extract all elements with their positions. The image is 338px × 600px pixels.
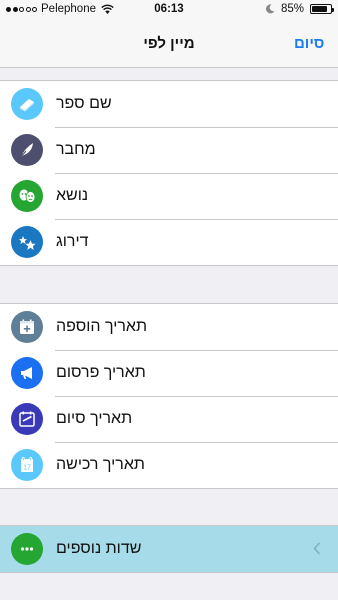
signal-dot: [25, 6, 31, 12]
stars-icon: [11, 226, 43, 258]
sort-option-rating[interactable]: דירוג: [0, 219, 338, 265]
row-label: תאריך סיום: [56, 410, 133, 427]
row-label: תאריך רכישה: [56, 456, 145, 473]
signal-dot: [32, 6, 37, 12]
status-left: Pelephone: [6, 3, 114, 15]
row-label: דירוג: [56, 233, 89, 250]
sort-option-title[interactable]: שם ספר: [0, 81, 338, 127]
feather-icon: [11, 134, 43, 166]
calendar-add-icon: [11, 311, 43, 343]
signal-dot: [12, 6, 18, 12]
signal-dot: [6, 6, 11, 12]
signal-strength-icon: [6, 6, 37, 12]
signal-dot: [19, 6, 24, 12]
calendar-17-icon: 17: [11, 449, 43, 481]
more-dots-icon: [11, 533, 43, 565]
sort-option-date-added[interactable]: תאריך הוספה: [0, 304, 338, 350]
row-label: שדות נוספים: [56, 540, 142, 557]
sort-option-author[interactable]: מחבר: [0, 127, 338, 173]
battery-level: [312, 6, 328, 12]
moon-icon: [265, 4, 275, 14]
row-label: נושא: [56, 187, 89, 204]
sort-options-group-basic: שם ספר מחבר נושא דירוג: [0, 80, 338, 266]
status-right: 85%: [265, 3, 334, 15]
theater-masks-icon: [11, 180, 43, 212]
sort-option-subject[interactable]: נושא: [0, 173, 338, 219]
sort-option-purchase-date[interactable]: 17 תאריך רכישה: [0, 442, 338, 488]
sort-options-group-dates: תאריך הוספה תאריך פרסום תאריך סיום 17 תא…: [0, 303, 338, 489]
row-label: תאריך פרסום: [56, 364, 146, 381]
chevron-left-icon: [313, 542, 321, 555]
book-icon: [11, 88, 43, 120]
calendar-check-icon: [11, 403, 43, 435]
sort-option-publish-date[interactable]: תאריך פרסום: [0, 350, 338, 396]
battery-percent: 85%: [280, 3, 304, 15]
page-title: מיין לפי: [143, 35, 195, 52]
wifi-icon: [101, 4, 114, 14]
sort-option-finish-date[interactable]: תאריך סיום: [0, 396, 338, 442]
carrier-name: Pelephone: [41, 3, 96, 15]
navigation-bar: מיין לפי סיום: [0, 20, 338, 68]
row-label: מחבר: [56, 141, 96, 158]
more-fields-row[interactable]: שדות נוספים: [0, 526, 338, 572]
row-label: תאריך הוספה: [56, 318, 148, 335]
row-label: שם ספר: [56, 95, 112, 112]
done-button[interactable]: סיום: [294, 35, 324, 52]
battery-icon: [310, 4, 334, 14]
sort-options-group-more: שדות נוספים: [0, 525, 338, 573]
status-bar: Pelephone 06:13 85%: [0, 0, 338, 20]
megaphone-icon: [11, 357, 43, 389]
calendar-day-number: 17: [23, 465, 31, 472]
